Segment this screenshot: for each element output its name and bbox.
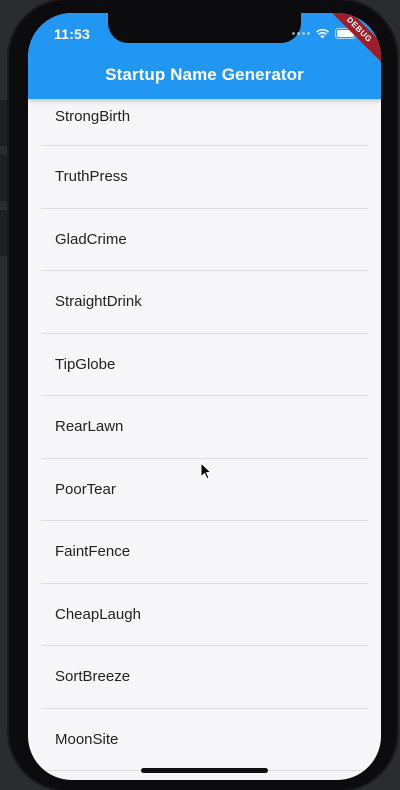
startup-name-list[interactable]: StrongBirth TruthPress GladCrime Straigh…: [28, 99, 381, 780]
app-bar: 11:53 Startup Name Generator DEBUG: [28, 13, 381, 99]
signal-icon: [292, 32, 310, 35]
wifi-icon: [315, 28, 330, 39]
list-item[interactable]: StraightDrink: [28, 271, 381, 333]
list-item[interactable]: SortBreeze: [28, 646, 381, 708]
list-item[interactable]: GladCrime: [28, 209, 381, 271]
list-item[interactable]: StrongBirth: [28, 99, 381, 145]
status-time: 11:53: [54, 26, 91, 42]
list-item[interactable]: RearLawn: [28, 396, 381, 458]
mouse-cursor-icon: [200, 462, 212, 480]
app-title: Startup Name Generator: [105, 65, 304, 84]
list-item[interactable]: MoonSite: [28, 709, 381, 771]
home-indicator[interactable]: [141, 768, 268, 773]
list-item[interactable]: CheapLaugh: [28, 584, 381, 646]
list-item[interactable]: FaintFence: [28, 521, 381, 583]
list-item[interactable]: TipGlobe: [28, 334, 381, 396]
device-notch: [108, 13, 301, 43]
list-item[interactable]: TruthPress: [28, 146, 381, 208]
app-screen: 11:53 Startup Name Generator DEBUG Stron…: [28, 13, 381, 780]
